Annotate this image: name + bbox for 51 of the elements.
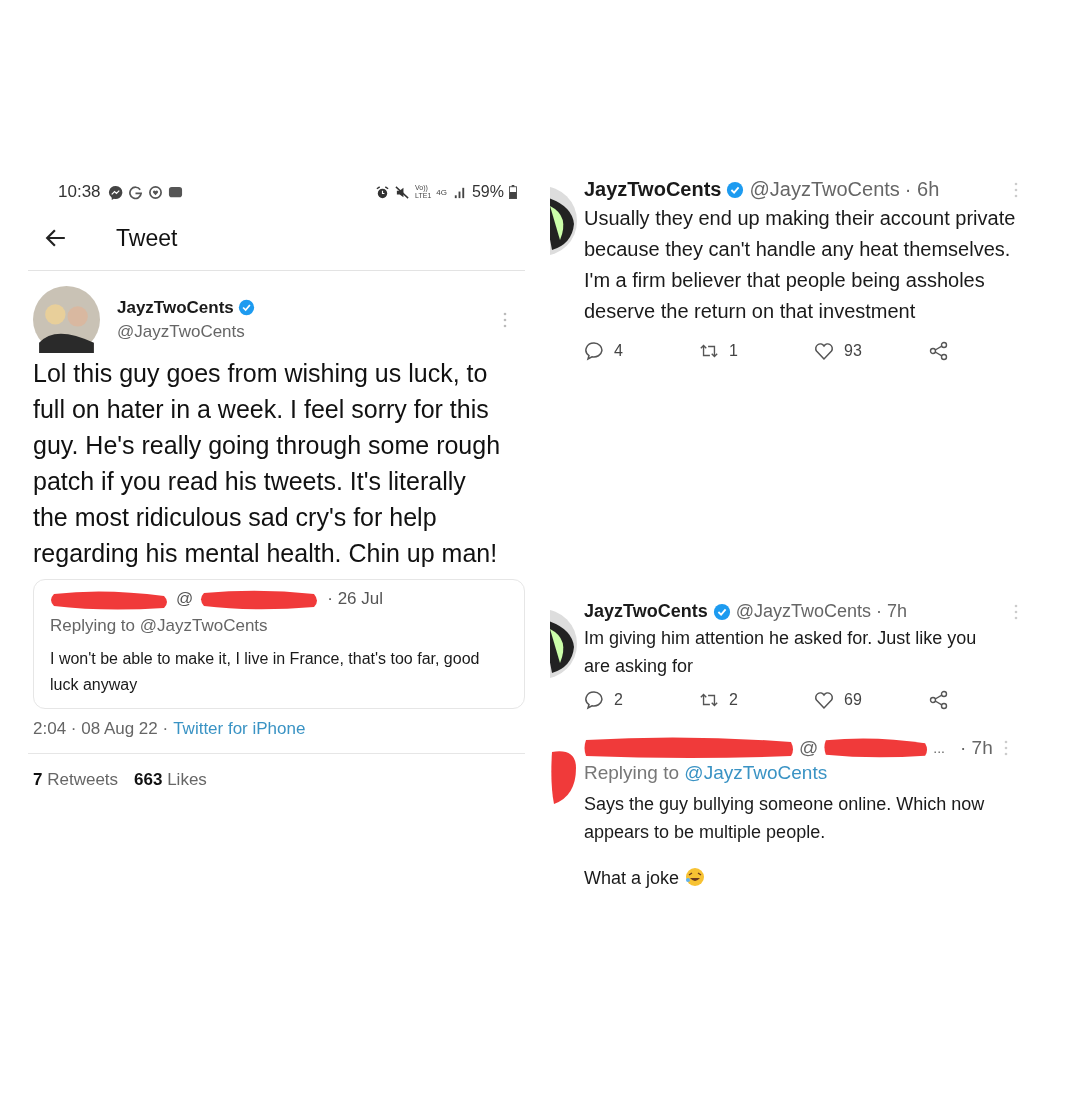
- author-name[interactable]: JayzTwoCents: [117, 297, 234, 318]
- tweet-text: Usually they end up making their account private because they can't handle any heat themselves. I'm a firm believer that people being assholes deserve the return on that investment: [584, 206, 1017, 324]
- author-handle[interactable]: @JayzTwoCents: [117, 321, 503, 342]
- tweet-time: · 7h: [876, 601, 908, 622]
- tweet-time: · 7h: [959, 737, 993, 759]
- heart-icon[interactable]: [814, 690, 834, 710]
- stat-link[interactable]: 7 Retweets: [33, 770, 119, 790]
- google-icon: [127, 184, 143, 200]
- at-sign: @: [176, 589, 194, 609]
- share-icon[interactable]: [929, 690, 949, 710]
- page-title: Tweet: [116, 224, 178, 252]
- reply-icon[interactable]: [584, 341, 604, 361]
- mute-icon: [395, 184, 411, 200]
- quoted-date: · 26 Jul: [327, 589, 383, 609]
- tweet-time: · 6h: [904, 178, 940, 201]
- alarm-icon: [375, 184, 391, 200]
- heart-icon[interactable]: [814, 341, 834, 361]
- author-name[interactable]: JayzTwoCents: [584, 601, 708, 622]
- quoted-tweet-card[interactable]: @ · 26 Jul Replying to @JayzTwoCents I won't be able to make it, I live in France, that's too far, good luck anyway: [33, 579, 525, 709]
- at-sign: @: [799, 737, 819, 759]
- avatar[interactable]: [550, 186, 578, 256]
- replying-to-label: Replying to @JayzTwoCents: [584, 762, 829, 784]
- avatar[interactable]: [33, 286, 100, 353]
- tweet-timestamp: 2:04 · 08 Aug 22 ·: [33, 719, 169, 739]
- action-count: 4: [614, 342, 623, 360]
- tweet-text: Lol this guy goes from wishing us luck, to full on hater in a week. I feel sorry for this guy. He's really going through some rough patch if you read his tweets. It's literally the most ridiculous sad cry's for help regarding his mental health. Chin up man!: [33, 358, 501, 569]
- heart-circle-icon: [147, 184, 163, 200]
- author-name[interactable]: JayzTwoCents: [584, 178, 722, 201]
- author-handle[interactable]: @JayzTwoCents: [735, 601, 872, 622]
- action-count: 2: [729, 691, 738, 709]
- action-count: 1: [729, 342, 738, 360]
- action-count: 2: [614, 691, 623, 709]
- tweet-text: Says the guy bullying someone online. Which now appears to be multiple people.: [584, 793, 986, 844]
- avatar[interactable]: [550, 609, 578, 679]
- share-icon[interactable]: [929, 341, 949, 361]
- battery-icon: [509, 185, 517, 199]
- messenger-icon: [107, 184, 123, 200]
- status-time: 10:38: [58, 182, 101, 202]
- action-count: 93: [844, 342, 862, 360]
- replying-to-label: Replying to @JayzTwoCents: [50, 616, 269, 636]
- reply-icon[interactable]: [584, 690, 604, 710]
- tweet-text: Im giving him attention he asked for. Just like you are asking for: [584, 627, 978, 678]
- ellipsis: ...: [933, 740, 945, 756]
- network-type-label: 4G: [436, 187, 447, 197]
- battery-percent: 59%: [471, 183, 504, 201]
- stat-link[interactable]: 663 Likes: [134, 770, 207, 790]
- author-handle[interactable]: @JayzTwoCents: [749, 178, 900, 201]
- tweet-text: What a joke: [584, 864, 1004, 892]
- action-count: 69: [844, 691, 862, 709]
- quoted-text: I won't be able to make it, I live in France, that's too far, good luck anyway: [50, 649, 481, 695]
- back-arrow-icon[interactable]: [45, 227, 67, 249]
